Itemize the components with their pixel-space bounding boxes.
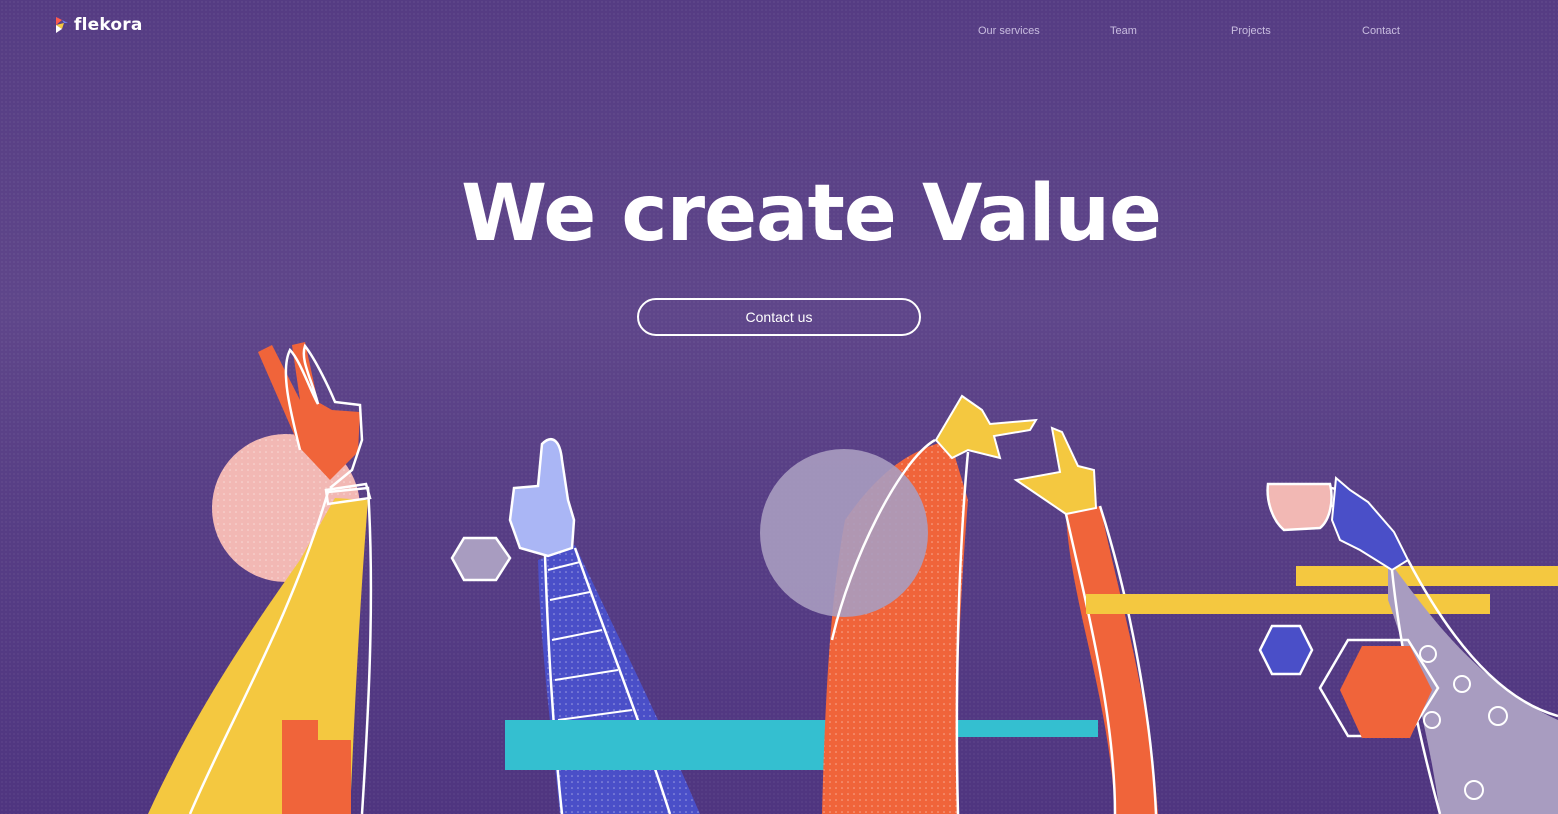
cup-hand-illustration bbox=[1258, 475, 1558, 814]
blue-hexagon bbox=[1258, 624, 1314, 676]
lilac-hexagon bbox=[450, 536, 512, 582]
peace-hand-illustration bbox=[148, 342, 373, 814]
yellow-bar-upper bbox=[1296, 566, 1558, 586]
hands-illustration bbox=[148, 342, 1558, 814]
frame-hands-illustration bbox=[760, 394, 1490, 814]
